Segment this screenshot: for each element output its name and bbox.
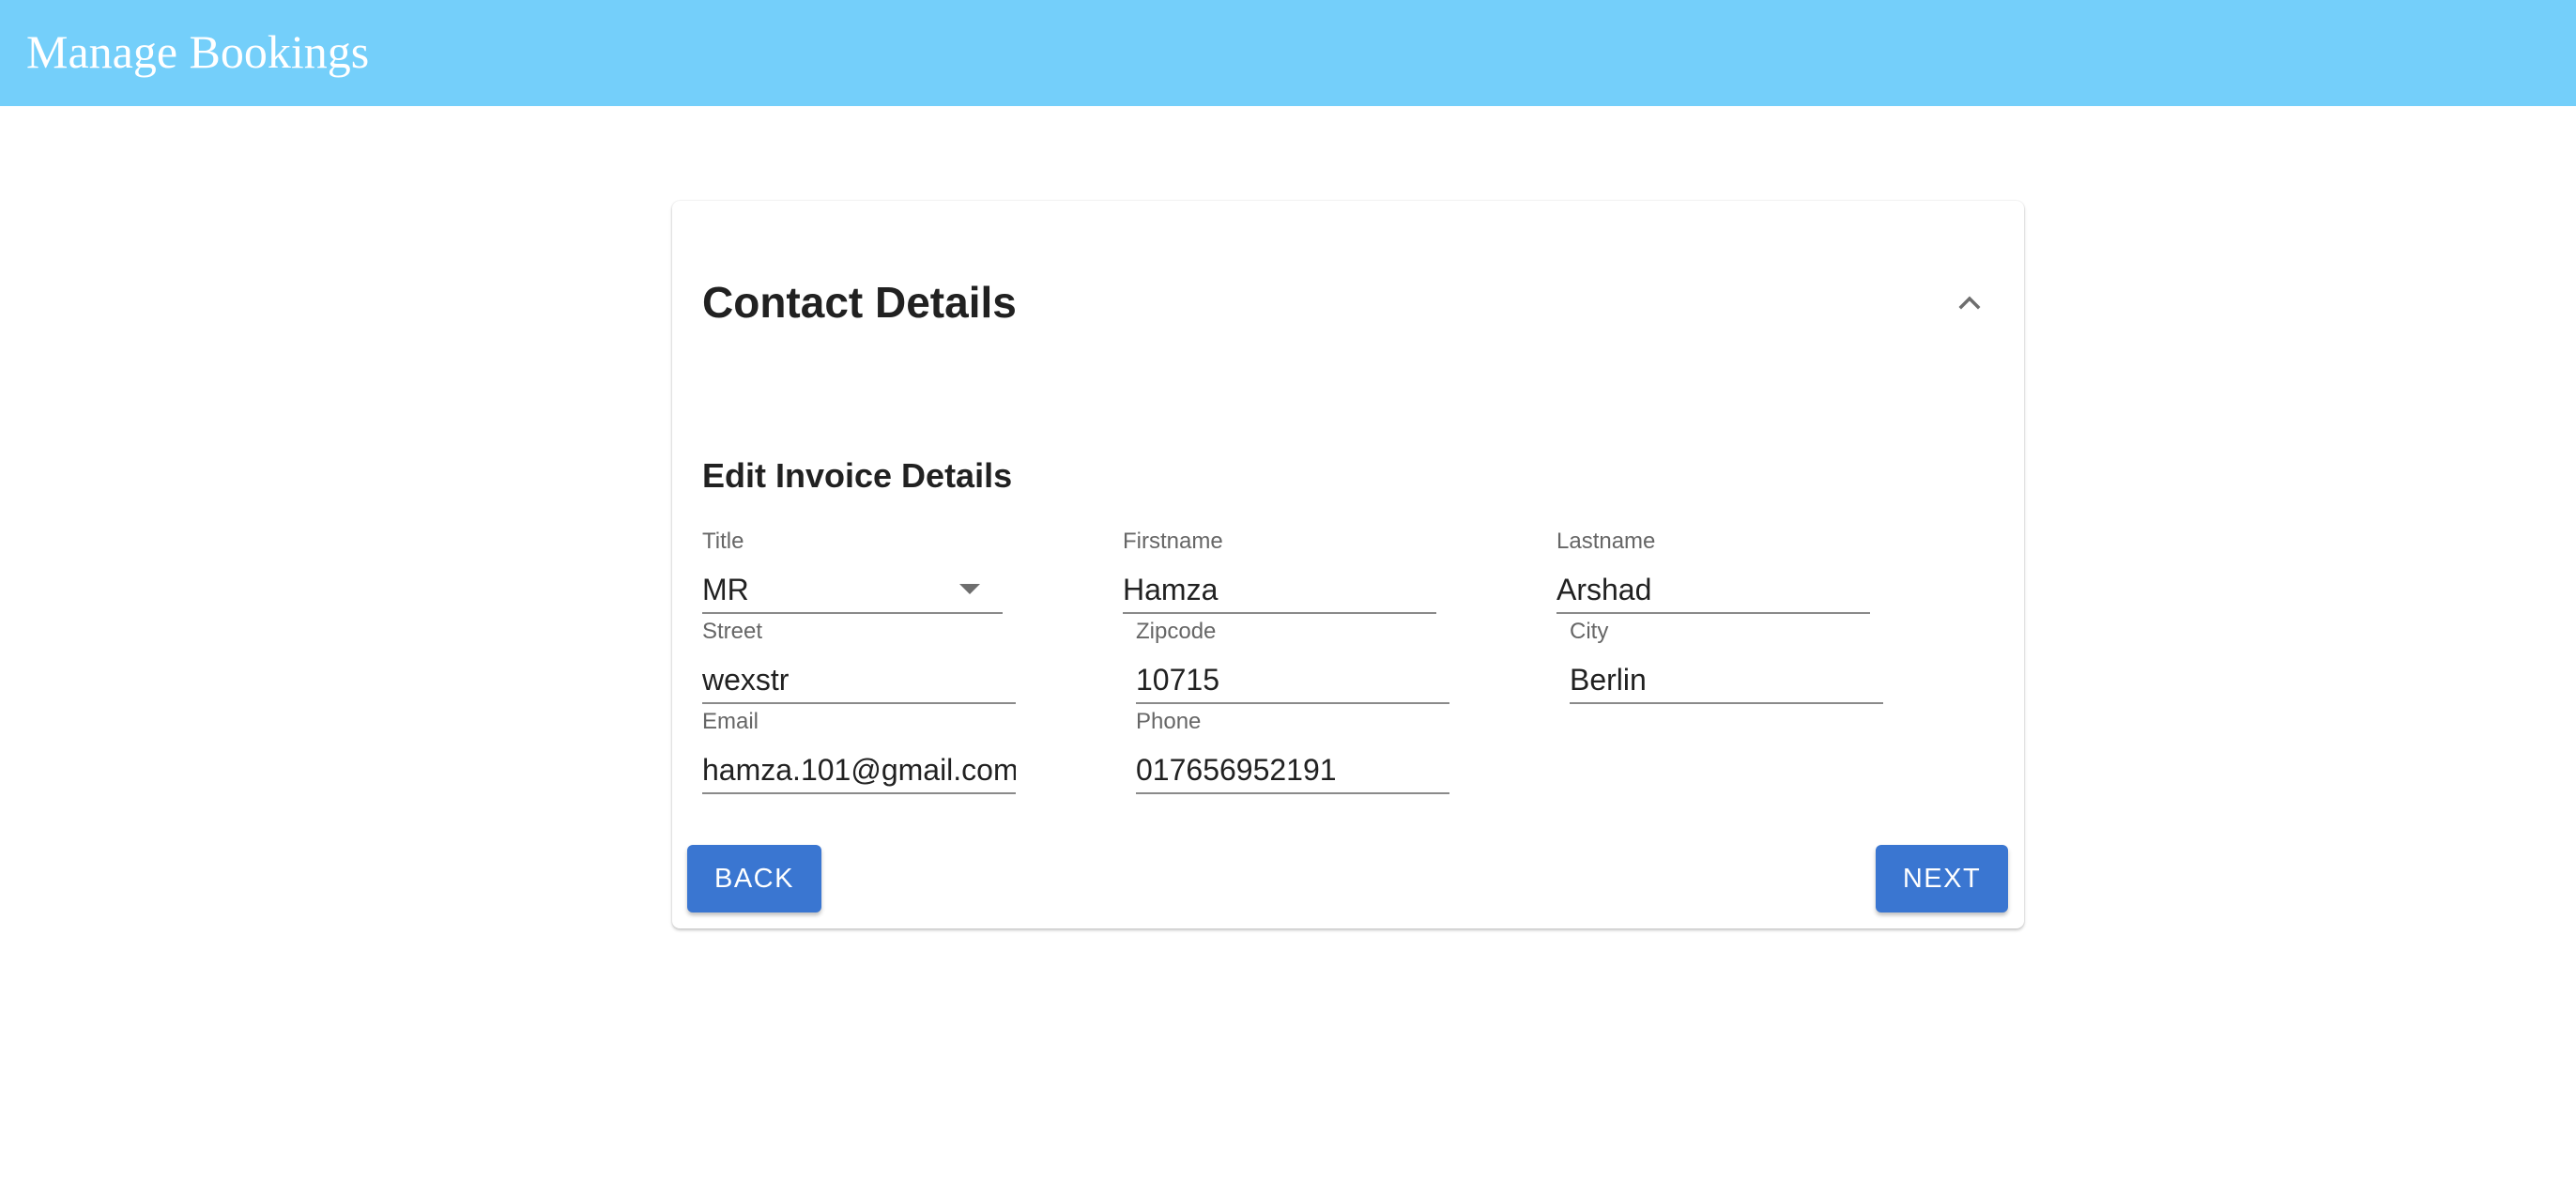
email-field: Email (702, 708, 1016, 798)
collapse-toggle-button[interactable] (1951, 284, 1988, 321)
zipcode-label: Zipcode (1136, 619, 1217, 644)
street-label: Street (702, 619, 763, 644)
contact-details-card: Contact Details Edit Invoice Details Tit… (672, 201, 2024, 928)
phone-field: Phone (1136, 708, 1449, 798)
phone-input[interactable] (1136, 747, 1449, 794)
lastname-label: Lastname (1556, 529, 1656, 554)
chevron-up-icon (1958, 296, 1981, 310)
phone-label: Phone (1136, 709, 1202, 734)
app-title: Manage Bookings (26, 25, 370, 78)
city-label: City (1570, 619, 1609, 644)
zipcode-input[interactable] (1136, 657, 1449, 704)
lastname-input[interactable] (1556, 567, 1870, 614)
app-bar: Manage Bookings (0, 0, 2576, 106)
street-input[interactable] (702, 657, 1016, 704)
city-field: City (1570, 618, 1883, 708)
email-label: Email (702, 709, 759, 734)
firstname-field: Firstname (1123, 528, 1436, 618)
firstname-input[interactable] (1123, 567, 1436, 614)
city-input[interactable] (1570, 657, 1883, 704)
title-label: Title (702, 529, 744, 554)
title-selected-value: MR (702, 573, 749, 606)
section-title: Edit Invoice Details (702, 456, 1013, 495)
lastname-field: Lastname (1556, 528, 1870, 618)
next-button[interactable]: NEXT (1876, 845, 2008, 912)
street-field: Street (702, 618, 1016, 708)
firstname-label: Firstname (1123, 529, 1223, 554)
card-title: Contact Details (702, 278, 1017, 327)
back-button[interactable]: BACK (687, 845, 821, 912)
title-field: Title MR (702, 528, 1003, 618)
dropdown-arrow-icon (959, 584, 980, 594)
email-input[interactable] (702, 747, 1016, 794)
title-select[interactable]: MR (702, 567, 1003, 614)
zipcode-field: Zipcode (1136, 618, 1449, 708)
